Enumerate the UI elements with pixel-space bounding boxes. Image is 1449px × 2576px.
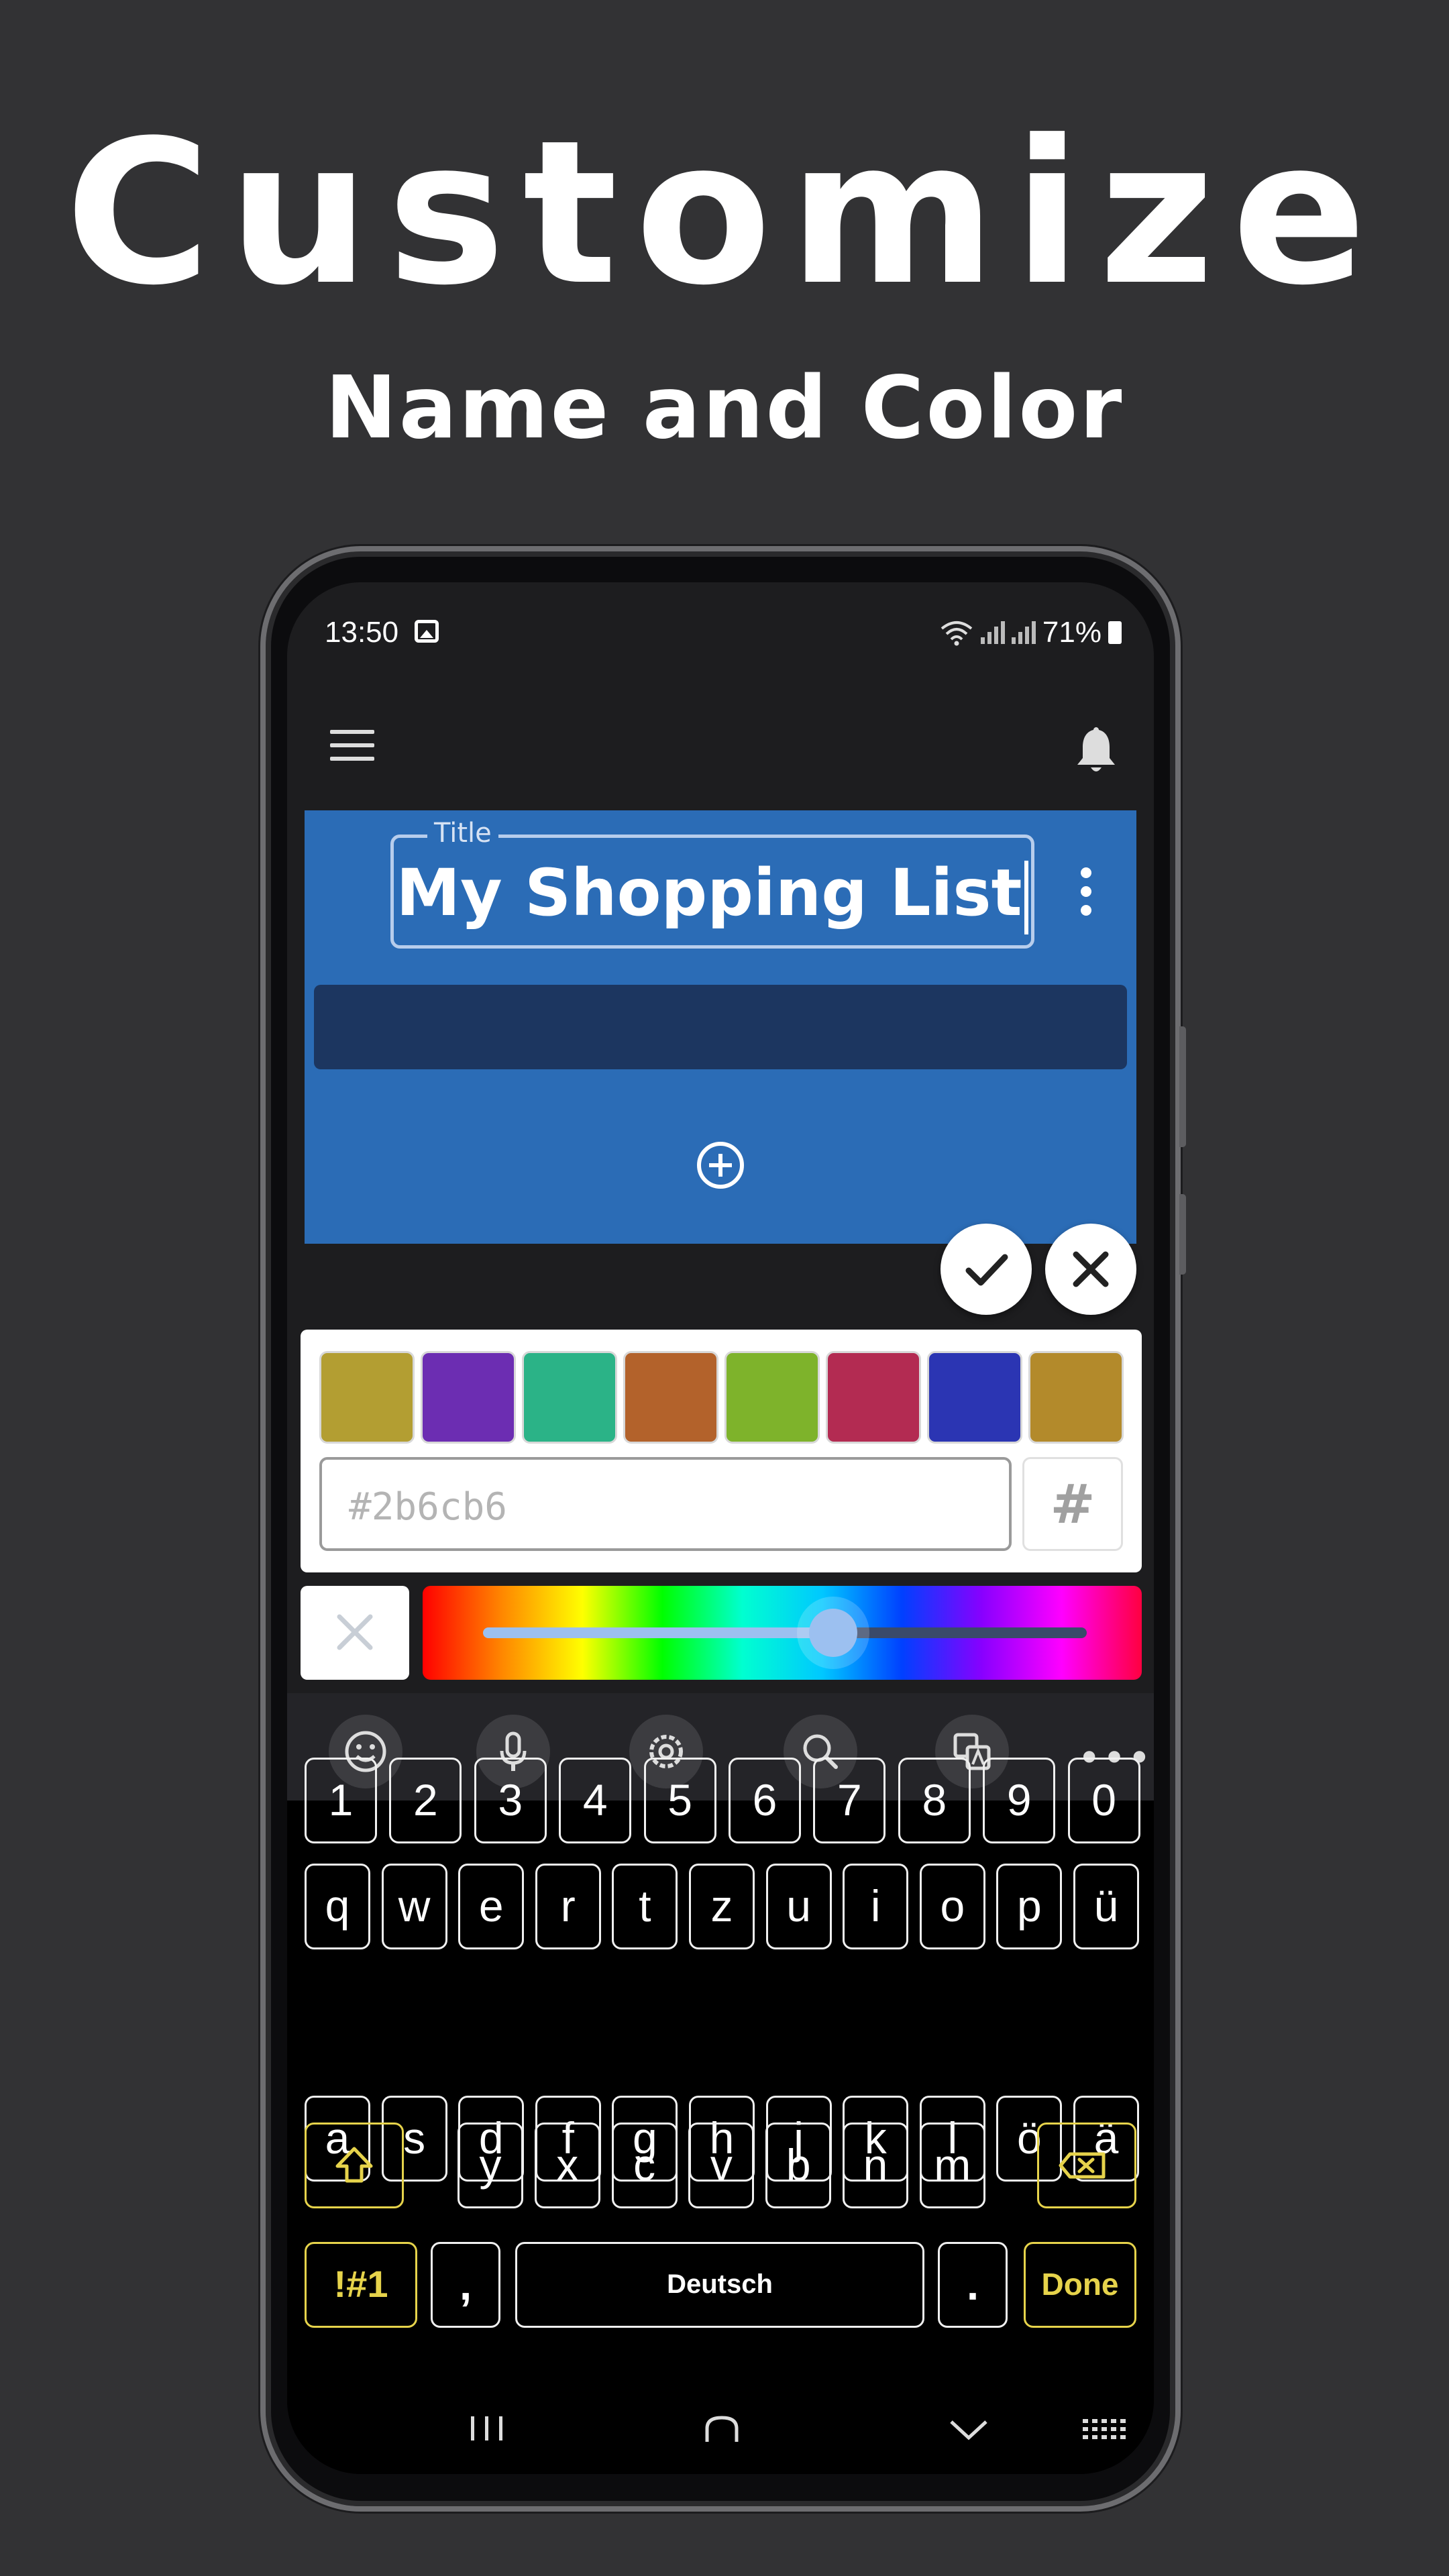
symbols-key[interactable]: !#1 bbox=[305, 2242, 417, 2328]
color-swatch[interactable]: #b32b52 bbox=[826, 1351, 921, 1444]
hex-mode-button[interactable]: # bbox=[1022, 1457, 1123, 1551]
shift-icon bbox=[335, 2147, 373, 2183]
hide-keyboard-icon[interactable] bbox=[947, 2416, 990, 2443]
key-0[interactable]: 0 bbox=[1067, 1758, 1140, 1843]
key-ü[interactable]: ü bbox=[1073, 1864, 1139, 1949]
key-z[interactable]: z bbox=[689, 1864, 755, 1949]
key-3[interactable]: 3 bbox=[474, 1758, 547, 1843]
promo-headline: Customize bbox=[65, 97, 1384, 329]
battery-icon bbox=[1108, 621, 1122, 644]
title-field[interactable]: Title My Shopping List bbox=[390, 818, 1034, 949]
promo-subline: Name and Color bbox=[325, 358, 1124, 458]
key-n[interactable]: n bbox=[843, 2123, 908, 2208]
title-label: Title bbox=[427, 818, 498, 849]
volume-button bbox=[1179, 1026, 1186, 1147]
key-9[interactable]: 9 bbox=[983, 1758, 1056, 1843]
color-swatch[interactable]: #6c2db2 bbox=[421, 1351, 516, 1444]
image-notification-icon bbox=[415, 620, 439, 643]
close-icon bbox=[337, 1614, 373, 1650]
recents-icon[interactable] bbox=[467, 2414, 507, 2443]
color-swatch[interactable]: #b39e32 bbox=[319, 1351, 415, 1444]
text-caret bbox=[1024, 860, 1029, 934]
key-c[interactable]: c bbox=[611, 2123, 678, 2208]
keyboard-switch-icon[interactable] bbox=[1081, 2418, 1128, 2440]
color-swatch[interactable]: #7eb32b bbox=[724, 1351, 820, 1444]
key-t[interactable]: t bbox=[612, 1864, 678, 1949]
key-i[interactable]: i bbox=[843, 1864, 909, 1949]
key-1[interactable]: 1 bbox=[305, 1758, 377, 1843]
key-b[interactable]: b bbox=[765, 2123, 832, 2208]
more-vert-icon[interactable] bbox=[1076, 867, 1096, 921]
backspace-icon bbox=[1059, 2152, 1106, 2179]
menu-icon[interactable] bbox=[330, 730, 374, 761]
color-swatch[interactable]: #2b35b3 bbox=[927, 1351, 1022, 1444]
status-time: 13:50 bbox=[325, 616, 399, 649]
battery-percent: 71% bbox=[1042, 616, 1102, 649]
key-u[interactable]: u bbox=[765, 1864, 832, 1949]
key-4[interactable]: 4 bbox=[559, 1758, 632, 1843]
key-7[interactable]: 7 bbox=[813, 1758, 886, 1843]
home-icon[interactable] bbox=[702, 2414, 742, 2443]
app-bar bbox=[287, 683, 1154, 810]
backspace-key[interactable] bbox=[1037, 2123, 1136, 2208]
status-bar: 13:50 71% bbox=[287, 582, 1154, 683]
hue-slider[interactable] bbox=[423, 1586, 1142, 1680]
signal-icon bbox=[980, 621, 1005, 644]
phone-screen: 13:50 71% Title My Shopping List #2b6cb6… bbox=[287, 582, 1154, 2474]
wifi-icon bbox=[941, 621, 973, 646]
cancel-button[interactable] bbox=[1045, 1224, 1136, 1315]
key-8[interactable]: 8 bbox=[898, 1758, 971, 1843]
key-p[interactable]: p bbox=[996, 1864, 1063, 1949]
key-q[interactable]: q bbox=[305, 1864, 370, 1949]
color-swatch[interactable]: #b38a2b bbox=[1028, 1351, 1124, 1444]
key-y[interactable]: y bbox=[458, 2123, 523, 2208]
check-icon bbox=[965, 1254, 1008, 1286]
key-r[interactable]: r bbox=[535, 1864, 601, 1949]
key-e[interactable]: e bbox=[458, 1864, 525, 1949]
key-w[interactable]: w bbox=[381, 1864, 447, 1949]
period-key[interactable]: . bbox=[938, 2242, 1008, 2328]
key-6[interactable]: 6 bbox=[729, 1758, 801, 1843]
system-nav-bar bbox=[287, 2387, 1154, 2474]
color-swatch[interactable]: #2bb387 bbox=[522, 1351, 617, 1444]
key-o[interactable]: o bbox=[919, 1864, 985, 1949]
bell-icon[interactable] bbox=[1075, 724, 1118, 774]
title-input-value[interactable]: My Shopping List bbox=[394, 855, 1031, 934]
list-item-placeholder[interactable] bbox=[314, 985, 1127, 1069]
color-swatch[interactable]: #b3622b bbox=[623, 1351, 718, 1444]
color-palette: #b39e32#6c2db2#2bb387#b3622b#7eb32b#b32b… bbox=[301, 1330, 1142, 1572]
keyboard: 1234567890qwertzuiopüasdfghjklöäyxcvbnm … bbox=[287, 1758, 1154, 2474]
key-5[interactable]: 5 bbox=[643, 1758, 716, 1843]
key-v[interactable]: v bbox=[688, 2123, 755, 2208]
comma-key[interactable]: , bbox=[431, 2242, 500, 2328]
signal-icon-2 bbox=[1011, 621, 1036, 644]
key-2[interactable]: 2 bbox=[389, 1758, 462, 1843]
hue-slider-thumb[interactable] bbox=[809, 1609, 857, 1657]
status-right: 71% bbox=[939, 616, 1122, 649]
power-button bbox=[1179, 1194, 1186, 1275]
hue-slider-track bbox=[483, 1627, 1087, 1638]
confirm-button[interactable] bbox=[941, 1224, 1032, 1315]
done-key[interactable]: Done bbox=[1024, 2242, 1136, 2328]
space-key[interactable]: Deutsch bbox=[515, 2242, 924, 2328]
list-card: Title My Shopping List bbox=[305, 810, 1136, 1244]
clear-color-button[interactable] bbox=[301, 1586, 409, 1680]
key-x[interactable]: x bbox=[534, 2123, 600, 2208]
title-text: My Shopping List bbox=[396, 855, 1022, 930]
key-m[interactable]: m bbox=[919, 2123, 985, 2208]
add-circle-icon[interactable] bbox=[696, 1140, 745, 1190]
close-icon bbox=[1073, 1251, 1109, 1287]
shift-key[interactable] bbox=[305, 2123, 404, 2208]
hex-color-input[interactable]: #2b6cb6 bbox=[319, 1457, 1012, 1551]
